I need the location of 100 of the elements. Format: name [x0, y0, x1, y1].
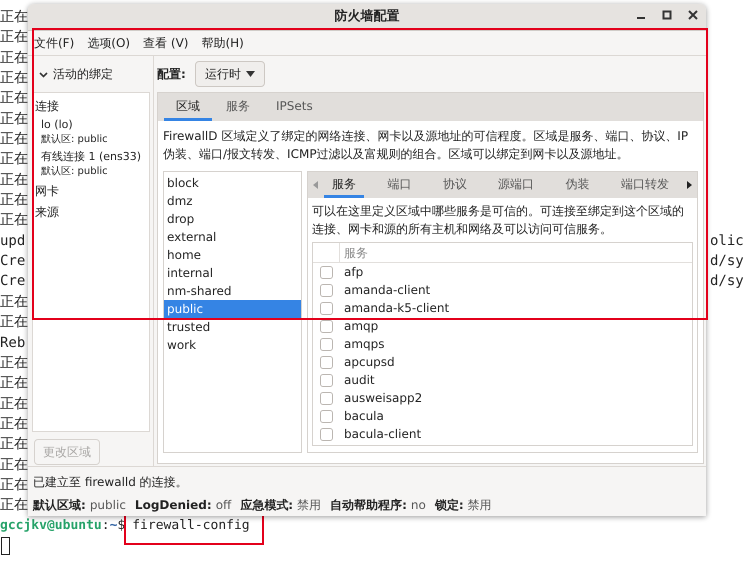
tab[interactable]: 端口 [379, 172, 420, 198]
service-checkbox[interactable] [320, 356, 333, 368]
terminal-line: 正在 [0, 294, 28, 310]
terminal-line: Cre [0, 253, 26, 270]
menu-item[interactable]: 查看 (V) [143, 34, 188, 52]
config-dropdown[interactable]: 运行时 [194, 61, 265, 87]
terminal-line: 正在 [0, 497, 28, 514]
menu-item[interactable]: 选项(O) [87, 34, 130, 52]
zone-item[interactable]: trusted [164, 318, 301, 336]
terminal-line: 正在 [0, 110, 28, 127]
terminal-line: 正在 [0, 151, 28, 168]
service-checkbox[interactable] [320, 410, 333, 422]
zone-item[interactable]: external [164, 228, 301, 246]
terminal-line: Reb [0, 334, 26, 350]
status-label: 应急模式: [240, 497, 294, 514]
binding-group[interactable]: 连接 [35, 97, 149, 115]
window-title: 防火墙配置 [334, 8, 400, 26]
service-checkbox[interactable] [320, 428, 333, 440]
binding-zone: 默认区: public [41, 165, 109, 179]
terminal-line: 正在 [0, 436, 28, 452]
terminal-line: 正在 [0, 314, 28, 330]
binding-name[interactable]: lo (lo) [41, 117, 149, 133]
binding-zone: 默认区: public [41, 133, 109, 147]
zone-item[interactable]: dmz [164, 192, 301, 210]
tab[interactable]: 伪装 [558, 172, 598, 198]
status-value: public [90, 497, 126, 514]
command-text: firewall-config [132, 518, 250, 533]
service-name: bacula-client [343, 426, 422, 443]
service-checkbox[interactable] [320, 320, 333, 332]
terminal-line: olic [710, 232, 744, 251]
terminal-line: 正在 [0, 70, 28, 86]
zone-item[interactable]: block [164, 174, 301, 192]
service-name: amqp [343, 318, 378, 335]
terminal-line: d/sy [710, 252, 744, 272]
service-name: amanda-client [343, 282, 430, 299]
close-icon[interactable] [688, 10, 698, 20]
tab[interactable]: 服务 [214, 93, 262, 121]
terminal-line: 正在 [0, 172, 28, 188]
service-name: ausweisapp2 [343, 390, 422, 407]
status-label: 锁定: [434, 497, 464, 514]
terminal-line: 正在 [0, 396, 28, 412]
service-name: apcupsd [343, 354, 395, 371]
binding-group[interactable]: 来源 [35, 203, 149, 221]
service-checkbox[interactable] [320, 302, 333, 314]
terminal-line: 正在 [0, 192, 28, 208]
zone-item[interactable]: public [164, 300, 301, 318]
caret-icon [246, 71, 255, 77]
chevron-icon[interactable] [39, 70, 48, 78]
terminal-line: 正在 [0, 29, 28, 46]
terminal-line: 正在 [0, 456, 28, 473]
service-name: afp [343, 264, 364, 281]
zone-item[interactable]: nm-shared [164, 282, 301, 300]
menu-item[interactable]: 帮助(H) [201, 34, 244, 52]
terminal-line: 正在 [0, 50, 28, 66]
bindings-header[interactable]: 活动的绑定 [53, 65, 113, 83]
binding-name[interactable]: 有线连接 1 (ens33) [41, 149, 149, 165]
tab[interactable]: IPSets [264, 93, 325, 121]
service-checkbox[interactable] [320, 374, 333, 386]
column-header[interactable]: 服务 [340, 243, 368, 262]
config-label: 配置: [157, 66, 186, 83]
terminal-line: d/sy [710, 272, 744, 292]
terminal-line: 正在 [0, 90, 28, 106]
terminal-line: 正在 [0, 9, 28, 25]
terminal-line: upd [0, 232, 26, 249]
status-label: 默认区域: [33, 497, 86, 514]
menu-item[interactable]: 文件(F) [34, 34, 74, 52]
service-name: amanda-k5-client [343, 300, 450, 317]
service-checkbox[interactable] [320, 392, 333, 404]
terminal-line: 正在 [0, 131, 28, 148]
terminal-line: Cre [0, 273, 26, 290]
service-name: bacula [343, 408, 384, 425]
status-value: no [410, 497, 426, 514]
status-value: 禁用 [297, 497, 322, 514]
tab[interactable]: 协议 [434, 172, 475, 198]
zone-description: FirewallD 区域定义了绑定的网络连接、网卡以及源地址的可信程度。区域是服务、端口、协议、IP伪装、端口/报文转发、ICMP过滤以及富规则的组合。区域可以绑定到网卡以及源地址。 [162, 128, 690, 163]
prompt-user: gccjkv@ubuntu [0, 516, 102, 535]
terminal-line: 正在 [0, 212, 28, 228]
terminal-line: 正在 [0, 416, 28, 432]
tab[interactable]: 源端口 [490, 172, 542, 198]
terminal-line: 正在 [0, 375, 28, 392]
tab[interactable]: 区域 [164, 93, 212, 121]
zone-item[interactable]: work [164, 336, 301, 354]
status-value: off [216, 497, 232, 514]
binding-group[interactable]: 网卡 [35, 182, 149, 200]
zone-item[interactable]: home [164, 246, 301, 264]
status-message: 已建立至 firewalld 的连接。 [33, 474, 189, 491]
service-checkbox[interactable] [320, 284, 333, 296]
maximize-icon[interactable] [662, 10, 672, 20]
prompt-symbol: $ [117, 516, 126, 535]
service-checkbox[interactable] [320, 338, 333, 350]
service-name: amqps [343, 336, 385, 353]
zone-item[interactable]: internal [164, 264, 301, 282]
service-name: audit [343, 372, 375, 389]
terminal-line: 正在 [0, 476, 28, 493]
terminal-line: 正在 [0, 354, 28, 371]
prompt-path: ~ [110, 516, 118, 535]
status-label: LogDenied: [134, 497, 212, 514]
zone-item[interactable]: drop [164, 210, 301, 228]
service-checkbox[interactable] [320, 266, 333, 278]
tab[interactable]: 端口转发 [612, 172, 677, 198]
